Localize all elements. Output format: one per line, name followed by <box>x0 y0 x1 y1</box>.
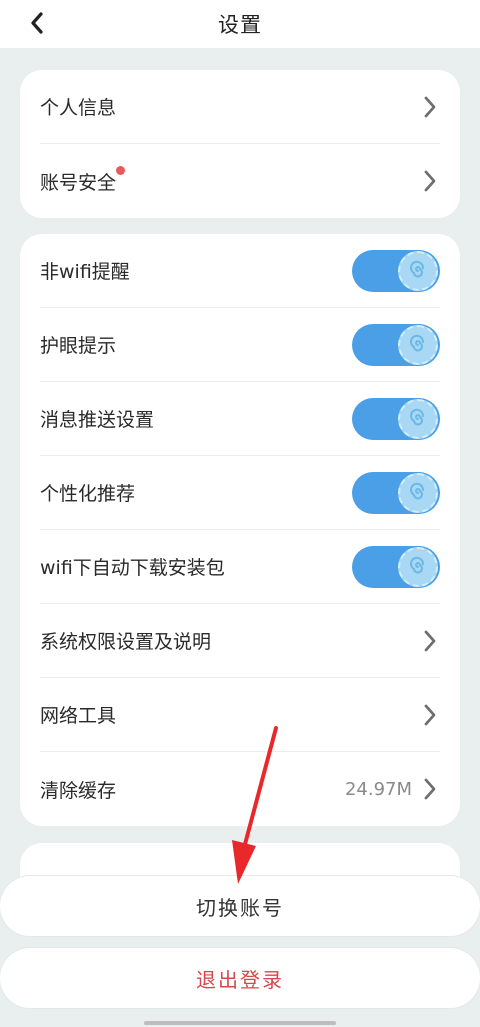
row-right: 24.97M <box>345 777 440 801</box>
toggle-switch[interactable] <box>352 545 440 588</box>
row-label: 网络工具 <box>40 705 117 727</box>
account-settings-card: 个人信息 账号安全 <box>20 70 460 218</box>
row-label: 个性化推荐 <box>40 483 136 505</box>
swirl-knob-icon <box>398 324 438 365</box>
toggle-switch[interactable] <box>352 249 440 292</box>
top-bar: 设置 <box>0 0 480 48</box>
switch-account-button[interactable]: 切换账号 <box>0 876 480 936</box>
row-non-wifi-reminder: 非wifi提醒 <box>40 234 440 308</box>
row-label: 清除缓存 <box>40 779 117 802</box>
back-button[interactable] <box>20 6 54 40</box>
row-label: 护眼提示 <box>40 335 117 357</box>
preferences-card: 非wifi提醒 护眼提示 消息推送设置 个性化推荐 wifi下自动下载安装包 系… <box>20 234 460 826</box>
cache-size-value: 24.97M <box>344 778 412 800</box>
chevron-right-icon <box>420 95 440 119</box>
row-wifi-auto-download: wifi下自动下载安装包 <box>40 530 440 604</box>
home-indicator <box>144 1021 336 1025</box>
row-eye-care: 护眼提示 <box>40 308 440 382</box>
swirl-knob-icon <box>398 398 438 439</box>
notification-dot <box>116 165 126 175</box>
row-network-tools[interactable]: 网络工具 <box>40 678 440 752</box>
chevron-left-icon <box>31 12 43 34</box>
chevron-right-icon <box>420 777 440 801</box>
row-label-wrap: 账号安全 <box>40 165 126 195</box>
row-label: wifi下自动下载安装包 <box>40 557 225 579</box>
row-label: 消息推送设置 <box>40 409 155 431</box>
row-clear-cache[interactable]: 清除缓存 24.97M <box>40 752 440 826</box>
chevron-right-icon <box>420 629 440 653</box>
toggle-switch[interactable] <box>352 397 440 440</box>
swirl-knob-icon <box>398 546 438 587</box>
swirl-knob-icon <box>398 250 438 291</box>
row-label: 账号安全 <box>40 171 117 194</box>
chevron-right-icon <box>420 703 440 727</box>
settings-screen: 设置 个人信息 账号安全 非wifi提醒 护眼提示 消息推送设置 个性化推荐 w… <box>0 0 480 1027</box>
row-push-settings: 消息推送设置 <box>40 382 440 456</box>
swirl-knob-icon <box>398 472 438 513</box>
page-title: 设置 <box>218 13 262 37</box>
row-label: 个人信息 <box>40 97 117 119</box>
row-label: 系统权限设置及说明 <box>40 631 212 653</box>
row-label: 非wifi提醒 <box>40 261 130 283</box>
toggle-switch[interactable] <box>352 323 440 366</box>
row-system-permissions[interactable]: 系统权限设置及说明 <box>40 604 440 678</box>
chevron-right-icon <box>420 169 440 193</box>
toggle-switch[interactable] <box>352 471 440 514</box>
logout-button[interactable]: 退出登录 <box>0 948 480 1008</box>
row-personal-info[interactable]: 个人信息 <box>40 70 440 144</box>
row-personalized-recommend: 个性化推荐 <box>40 456 440 530</box>
row-account-security[interactable]: 账号安全 <box>40 144 440 218</box>
